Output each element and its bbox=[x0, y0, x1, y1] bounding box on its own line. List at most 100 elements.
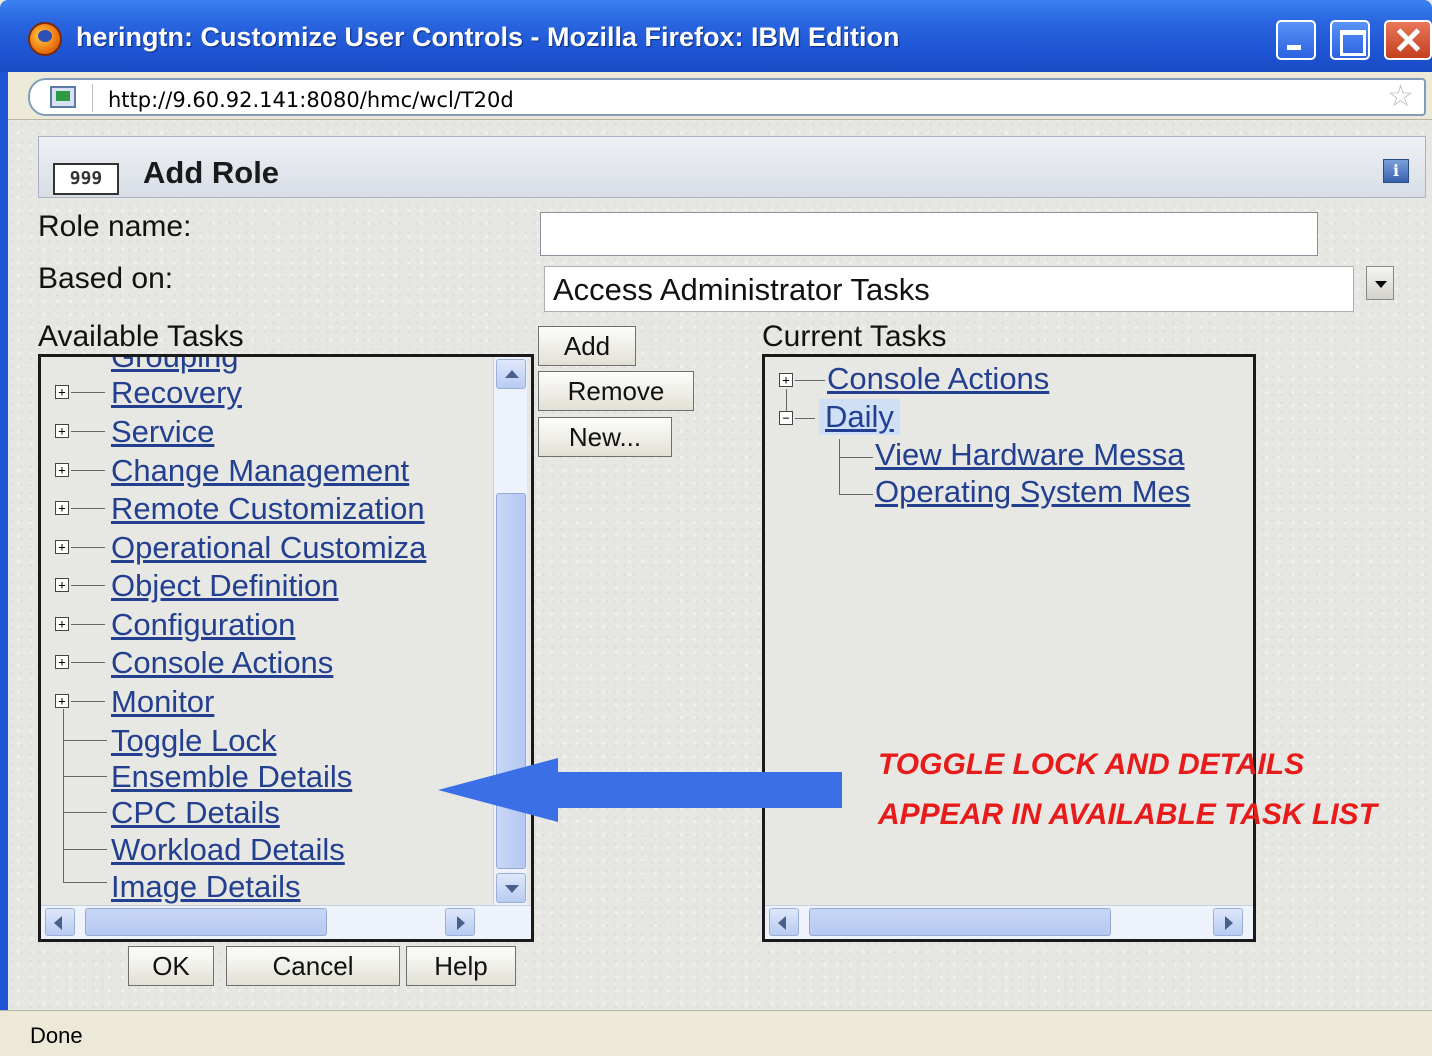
horizontal-scrollbar[interactable] bbox=[765, 905, 1253, 939]
available-tasks-label: Available Tasks bbox=[38, 320, 244, 353]
list-item[interactable]: Object Definition bbox=[111, 568, 338, 604]
expand-icon[interactable]: + bbox=[55, 578, 69, 592]
list-item[interactable]: Image Details bbox=[111, 869, 301, 905]
scroll-thumb[interactable] bbox=[85, 908, 327, 936]
tree-connector bbox=[839, 457, 873, 458]
list-item-selected[interactable]: Daily bbox=[819, 399, 900, 435]
ok-button[interactable]: OK bbox=[128, 946, 214, 986]
list-item[interactable]: Change Management bbox=[111, 453, 409, 489]
firefox-icon bbox=[28, 22, 62, 56]
site-icon bbox=[50, 86, 76, 108]
role-name-input[interactable] bbox=[540, 212, 1318, 256]
list-item[interactable]: Ensemble Details bbox=[111, 759, 352, 795]
scroll-thumb[interactable] bbox=[809, 908, 1111, 936]
tree-connector bbox=[795, 418, 815, 419]
url-separator bbox=[92, 84, 93, 112]
bookmark-star-icon[interactable]: ☆ bbox=[1387, 82, 1414, 112]
tree-connector bbox=[71, 508, 105, 509]
tree-connector bbox=[71, 662, 105, 663]
list-item[interactable]: Recovery bbox=[111, 375, 242, 411]
list-item[interactable]: Toggle Lock bbox=[111, 723, 276, 759]
tree-connector bbox=[63, 812, 107, 813]
list-item[interactable]: Workload Details bbox=[111, 832, 345, 868]
expand-icon[interactable]: + bbox=[55, 501, 69, 515]
new-button[interactable]: New... bbox=[538, 417, 672, 457]
horizontal-scrollbar[interactable] bbox=[41, 905, 531, 939]
expand-icon[interactable]: + bbox=[55, 694, 69, 708]
window-title: heringtn: Customize User Controls - Mozi… bbox=[76, 22, 900, 52]
expand-icon[interactable]: + bbox=[55, 655, 69, 669]
add-button[interactable]: Add bbox=[538, 326, 636, 366]
browser-window: heringtn: Customize User Controls - Mozi… bbox=[0, 0, 1432, 1056]
role-keys-icon: 999 bbox=[53, 163, 119, 195]
list-item[interactable]: Grouping bbox=[111, 357, 239, 375]
expand-icon[interactable]: + bbox=[55, 617, 69, 631]
tree-connector bbox=[786, 389, 787, 411]
tree-connector bbox=[63, 882, 107, 883]
scroll-right-icon[interactable] bbox=[445, 908, 475, 936]
tree-connector bbox=[71, 547, 105, 548]
address-bar: http://9.60.92.141:8080/hmc/wcl/T20d ☆ bbox=[0, 72, 1432, 120]
list-item[interactable]: CPC Details bbox=[111, 795, 280, 831]
tree-connector bbox=[795, 380, 825, 381]
collapse-icon[interactable]: − bbox=[779, 411, 793, 425]
remove-button[interactable]: Remove bbox=[538, 371, 694, 411]
list-item[interactable]: Operational Customiza bbox=[111, 530, 426, 566]
help-button[interactable]: Help bbox=[406, 946, 516, 986]
based-on-label: Based on: bbox=[38, 262, 174, 295]
scroll-up-icon[interactable] bbox=[496, 359, 526, 389]
dialog-header: 999 Add Role i bbox=[38, 136, 1426, 198]
tree-connector bbox=[63, 776, 107, 777]
current-tasks-label: Current Tasks bbox=[762, 320, 947, 353]
list-item[interactable]: Console Actions bbox=[827, 361, 1049, 397]
title-bar: heringtn: Customize User Controls - Mozi… bbox=[0, 0, 1432, 72]
window-border bbox=[0, 72, 8, 1056]
tree-connector bbox=[839, 439, 840, 495]
list-item[interactable]: View Hardware Messa bbox=[875, 437, 1185, 473]
tree-connector bbox=[71, 431, 105, 432]
scroll-down-icon[interactable] bbox=[496, 873, 526, 903]
list-item[interactable]: Service bbox=[111, 414, 214, 450]
info-icon[interactable]: i bbox=[1383, 159, 1409, 183]
scroll-left-icon[interactable] bbox=[769, 908, 799, 936]
chevron-down-icon[interactable] bbox=[1366, 266, 1394, 300]
list-item[interactable]: Console Actions bbox=[111, 645, 333, 681]
tree-connector bbox=[71, 470, 105, 471]
list-item[interactable]: Operating System Mes bbox=[875, 474, 1190, 510]
vertical-scrollbar[interactable] bbox=[493, 357, 527, 905]
list-item[interactable]: Configuration bbox=[111, 607, 295, 643]
status-text: Done bbox=[30, 1023, 83, 1048]
role-name-label: Role name: bbox=[38, 210, 192, 243]
tree-connector bbox=[839, 494, 873, 495]
url-field[interactable]: http://9.60.92.141:8080/hmc/wcl/T20d ☆ bbox=[28, 78, 1426, 116]
tree-connector bbox=[63, 709, 64, 882]
tree-connector bbox=[71, 392, 105, 393]
annotation-arrow-head bbox=[438, 758, 558, 822]
page-title: Add Role bbox=[143, 155, 280, 190]
scroll-right-icon[interactable] bbox=[1213, 908, 1243, 936]
annotation-text-line1: TOGGLE LOCK AND DETAILS bbox=[878, 748, 1305, 781]
page-content: 999 Add Role i Role name: Based on: Acce… bbox=[8, 120, 1432, 1010]
annotation-text-line2: APPEAR IN AVAILABLE TASK LIST bbox=[878, 798, 1377, 831]
available-tasks-list[interactable]: Grouping + Recovery + Service + Change M… bbox=[38, 354, 534, 942]
url-text[interactable]: http://9.60.92.141:8080/hmc/wcl/T20d bbox=[108, 88, 514, 112]
list-item[interactable]: Monitor bbox=[111, 684, 214, 720]
expand-icon[interactable]: + bbox=[55, 540, 69, 554]
expand-icon[interactable]: + bbox=[55, 385, 69, 399]
tree-connector bbox=[71, 624, 105, 625]
close-button[interactable] bbox=[1384, 20, 1432, 60]
minimize-button[interactable] bbox=[1276, 20, 1316, 60]
tree-connector bbox=[63, 740, 107, 741]
annotation-arrow bbox=[556, 772, 842, 808]
expand-icon[interactable]: + bbox=[55, 424, 69, 438]
expand-icon[interactable]: + bbox=[779, 373, 793, 387]
tree-connector bbox=[63, 849, 107, 850]
expand-icon[interactable]: + bbox=[55, 463, 69, 477]
current-tasks-list[interactable]: + Console Actions − Daily View Hardware … bbox=[762, 354, 1256, 942]
status-bar: Done bbox=[0, 1010, 1432, 1056]
list-item[interactable]: Remote Customization bbox=[111, 491, 425, 527]
scroll-left-icon[interactable] bbox=[45, 908, 75, 936]
maximize-button[interactable] bbox=[1330, 20, 1370, 60]
cancel-button[interactable]: Cancel bbox=[226, 946, 400, 986]
based-on-select[interactable]: Access Administrator Tasks bbox=[544, 266, 1354, 312]
